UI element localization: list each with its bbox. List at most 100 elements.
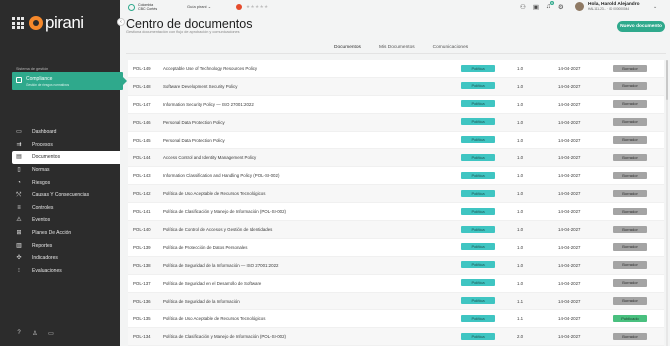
table-row[interactable]: POL-134 Política de Clasificación y Manej… bbox=[128, 328, 664, 346]
status-badge: Borrador bbox=[613, 153, 647, 162]
risk-icon: ◔ bbox=[17, 179, 21, 186]
table-row[interactable]: POL-142 Política de Uso Aceptable de Recu… bbox=[128, 185, 664, 204]
sidebar-nav: ▭ Dashboard ⇉ Procesos ▤ Documentos ▯ Normas ◔ Ri… bbox=[12, 126, 120, 277]
status-badge: Borrador bbox=[613, 100, 647, 108]
document-date: 14-04-2027 bbox=[558, 244, 581, 250]
status-badge: Borrador bbox=[613, 243, 647, 251]
document-type-badge: Política bbox=[461, 279, 495, 287]
document-code: POL-147 bbox=[133, 101, 151, 107]
team-icon[interactable]: ♙ bbox=[31, 330, 39, 337]
document-date: 14-04-2027 bbox=[558, 334, 581, 340]
sidebar-item-indicadores[interactable]: ✣ Indicadores bbox=[12, 252, 120, 265]
topbar: Colombia CBC Cortés Guía pirani ⌄ ★★★★★ … bbox=[120, 0, 670, 15]
document-date: 14-04-2027 bbox=[558, 280, 581, 286]
document-type-badge: Política bbox=[461, 153, 495, 161]
status-badge: Borrador bbox=[613, 297, 647, 305]
system-selector[interactable]: Compliance Gestión de riesgos normativos bbox=[12, 72, 127, 90]
document-code: POL-149 bbox=[133, 66, 151, 71]
rating-widget[interactable]: ★★★★★ bbox=[236, 4, 269, 10]
table-row[interactable]: POL-135 Política de Uso Aceptable de Recu… bbox=[128, 310, 664, 329]
user-menu[interactable]: Hola, Harold Alejandro HAL111-23... · ID… bbox=[575, 2, 657, 11]
topbar-actions: ⚇ ▣ ♫ 3 ⚙ bbox=[520, 1, 564, 11]
guide-dropdown[interactable]: Guía pirani ⌄ bbox=[187, 4, 211, 9]
document-name: Política de Seguridad de la Información … bbox=[163, 262, 279, 268]
document-version: 1.0 bbox=[517, 155, 524, 161]
document-type-badge: Política bbox=[461, 82, 495, 90]
status-badge: Borrador bbox=[613, 207, 647, 216]
document-code: POL-140 bbox=[133, 227, 151, 233]
table-row[interactable]: POL-143 Information Classification and Ha… bbox=[128, 167, 664, 186]
controls-icon: ≡ bbox=[17, 204, 21, 211]
sidebar-item-riesgos[interactable]: ◔ Riesgos bbox=[12, 176, 120, 189]
card-icon[interactable]: ▭ bbox=[47, 330, 55, 337]
table-row[interactable]: POL-138 Política de Seguridad de la Infor… bbox=[128, 256, 664, 275]
document-name: Acceptable Use of Technology Resources P… bbox=[163, 66, 258, 71]
document-name: Política de Control de Accesos y Gestión… bbox=[163, 227, 273, 233]
sidebar-item-planes-de-acci-n[interactable]: ⊞ Planes De Acción bbox=[12, 227, 120, 240]
sidebar-item-eventos[interactable]: ⚠ Eventos bbox=[12, 214, 120, 227]
document-version: 1.0 bbox=[517, 137, 524, 143]
table-row[interactable]: POL-140 Política de Control de Accesos y … bbox=[128, 221, 664, 239]
document-name: Information Classification and Handling … bbox=[163, 173, 280, 179]
users-icon[interactable]: ⚇ bbox=[520, 3, 526, 11]
stars-icon: ★★★★★ bbox=[246, 4, 269, 9]
document-code: POL-148 bbox=[133, 83, 151, 89]
help-icon[interactable]: ? bbox=[15, 330, 23, 337]
apps-grid-icon[interactable] bbox=[12, 17, 24, 29]
collapse-sidebar-button[interactable]: ‹ bbox=[117, 18, 125, 26]
sidebar-item-reportes[interactable]: ▥ Reportes bbox=[12, 239, 120, 252]
document-type-badge: Política bbox=[461, 136, 495, 144]
table-row[interactable]: POL-148 Software Development Security Pol… bbox=[128, 77, 664, 96]
process-icon: ⇉ bbox=[16, 141, 22, 148]
table-row[interactable]: POL-149 Acceptable Use of Technology Reso… bbox=[128, 60, 664, 78]
table-row[interactable]: POL-139 Política de Protección de Datos P… bbox=[128, 238, 664, 257]
app-name: pirani bbox=[45, 13, 84, 32]
status-badge: Borrador bbox=[613, 64, 647, 72]
documents-table: POL-149 Acceptable Use of Technology Reso… bbox=[128, 60, 664, 346]
table-row[interactable]: POL-137 Política de Seguridad en el Desar… bbox=[128, 274, 664, 293]
sidebar-item-controles[interactable]: ≡ Controles bbox=[12, 202, 120, 215]
logo[interactable]: pirani bbox=[12, 13, 84, 33]
sidebar-item-label: Normas bbox=[32, 167, 50, 174]
document-code: POL-146 bbox=[133, 119, 151, 125]
document-version: 1.0 bbox=[517, 262, 524, 268]
cause-icon: ⤲ bbox=[16, 192, 22, 199]
table-row[interactable]: POL-141 Política de Clasificación y Manej… bbox=[128, 203, 664, 222]
document-code: POL-136 bbox=[133, 298, 151, 304]
document-type-badge: Política bbox=[461, 118, 495, 126]
sidebar-item-label: Controles bbox=[32, 204, 54, 211]
scrollbar-thumb[interactable] bbox=[666, 60, 668, 100]
company-selector[interactable]: Colombia CBC Cortés bbox=[128, 3, 157, 11]
table-row[interactable]: POL-145 Personal Data Protection Policy Po… bbox=[128, 131, 664, 150]
pirani-badge-icon bbox=[236, 4, 242, 10]
inbox-icon[interactable]: ▣ bbox=[533, 3, 539, 11]
document-name: Política de Uso Aceptable de Recursos Te… bbox=[163, 316, 266, 322]
status-badge: Borrador bbox=[613, 279, 647, 287]
sidebar-item-documentos[interactable]: ▤ Documentos bbox=[12, 151, 120, 164]
new-document-button[interactable]: Nuevo documento bbox=[617, 21, 665, 32]
status-badge: Borrador bbox=[613, 189, 647, 198]
sidebar-item-label: Riesgos bbox=[32, 179, 51, 186]
table-row[interactable]: POL-144 Access Control and Identity Manag… bbox=[128, 149, 664, 168]
document-name: Política de Seguridad de la Información bbox=[163, 298, 240, 304]
status-badge: Borrador bbox=[613, 118, 647, 126]
settings-icon[interactable]: ⚙ bbox=[558, 3, 564, 11]
document-date: 14-04-2027 bbox=[558, 298, 581, 304]
document-code: POL-137 bbox=[133, 280, 151, 286]
sidebar-item-dashboard[interactable]: ▭ Dashboard bbox=[12, 126, 120, 139]
sidebar-item-normas[interactable]: ▯ Normas bbox=[12, 164, 120, 177]
bell-icon[interactable]: ♫ 3 bbox=[546, 1, 554, 11]
scrollbar-track[interactable] bbox=[666, 60, 668, 346]
document-date: 14-04-2027 bbox=[558, 137, 581, 143]
table-row[interactable]: POL-136 Política de Seguridad de la Infor… bbox=[128, 292, 664, 311]
document-code: POL-141 bbox=[133, 209, 151, 215]
sidebar-item-procesos[interactable]: ⇉ Procesos bbox=[12, 139, 120, 152]
sidebar-item-causas-y-consecuencias[interactable]: ⤲ Causas Y Consecuencias bbox=[12, 189, 120, 202]
sidebar-item-label: Indicadores bbox=[32, 255, 58, 262]
table-row[interactable]: POL-147 Information Security Policy — ISO… bbox=[128, 95, 664, 114]
document-version: 1.0 bbox=[517, 280, 524, 286]
table-row[interactable]: POL-146 Personal Data Protection Policy Po… bbox=[128, 113, 664, 132]
sidebar-item-evaluaciones[interactable]: ⁝ Evaluaciones bbox=[12, 265, 120, 278]
document-date: 14-04-2027 bbox=[558, 209, 581, 215]
document-code: POL-134 bbox=[133, 334, 151, 340]
